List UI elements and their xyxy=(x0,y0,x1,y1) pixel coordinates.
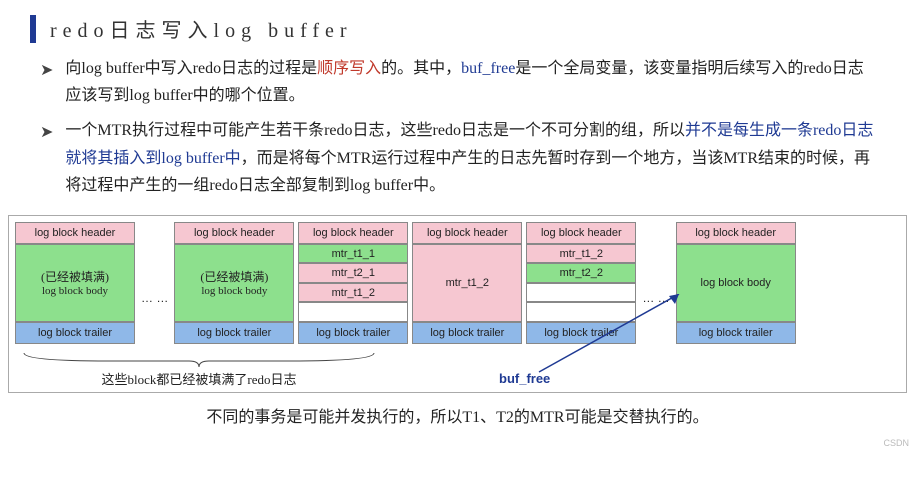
arrow-icon: ➤ xyxy=(40,57,53,111)
log-block-filled-1: log block header (已经被填满) log block body … xyxy=(15,222,135,344)
title-area: redo日志写入log buffer xyxy=(0,0,915,51)
mtr-row: mtr_t1_2 xyxy=(298,283,408,303)
block-header: log block header xyxy=(676,222,796,244)
block-header: log block header xyxy=(15,222,135,244)
block-body-filled: (已经被填满) log block body xyxy=(15,244,135,322)
block-trailer: log block trailer xyxy=(412,322,522,344)
bullet-2-text: 一个MTR执行过程中可能产生若干条redo日志，这些redo日志是一个不可分割的… xyxy=(65,117,875,199)
mtr-row: mtr_t1_2 xyxy=(412,244,522,322)
brace-annotation: 这些block都已经被填满了redo日志 xyxy=(19,351,379,388)
block-header: log block header xyxy=(526,222,636,244)
bullet-1: ➤ 向log buffer中写入redo日志的过程是顺序写入的。其中，buf_f… xyxy=(40,55,875,109)
log-block-mtr-2: log block header mtr_t1_2 log block trai… xyxy=(412,222,522,344)
mtr-row: mtr_t1_1 xyxy=(298,244,408,264)
brace-label: 这些block都已经被填满了redo日志 xyxy=(19,369,379,388)
mtr-row xyxy=(298,302,408,322)
bottom-note: 不同的事务是可能并发执行的，所以T1、T2的MTR可能是交替执行的。 xyxy=(0,393,915,427)
mtr-row: mtr_t2_1 xyxy=(298,263,408,283)
watermark: CSDN xyxy=(883,438,909,448)
block-header: log block header xyxy=(412,222,522,244)
arrow-icon: ➤ xyxy=(40,119,53,201)
arrow-icon xyxy=(509,294,749,374)
block-trailer: log block trailer xyxy=(174,322,294,344)
log-block-filled-2: log block header (已经被填满) log block body … xyxy=(174,222,294,344)
highlight-red: 顺序写入 xyxy=(317,60,381,77)
block-trailer: log block trailer xyxy=(298,322,408,344)
ellipsis: … … xyxy=(139,291,170,305)
page-title: redo日志写入log buffer xyxy=(50,14,353,43)
block-header: log block header xyxy=(174,222,294,244)
log-block-mtr-1: log block header mtr_t1_1 mtr_t2_1 mtr_t… xyxy=(298,222,408,344)
bullet-2: ➤ 一个MTR执行过程中可能产生若干条redo日志，这些redo日志是一个不可分… xyxy=(40,117,875,199)
bullet-1-text: 向log buffer中写入redo日志的过程是顺序写入的。其中，buf_fre… xyxy=(65,55,875,109)
brace-icon xyxy=(19,351,379,369)
buf-free-label: buf_free xyxy=(499,371,550,386)
mtr-row: mtr_t2_2 xyxy=(526,263,636,283)
bullet-list: ➤ 向log buffer中写入redo日志的过程是顺序写入的。其中，buf_f… xyxy=(0,55,915,215)
title-accent-bar xyxy=(30,15,36,43)
block-body-filled: (已经被填满) log block body xyxy=(174,244,294,322)
block-trailer: log block trailer xyxy=(15,322,135,344)
highlight-blue: buf_free xyxy=(461,60,515,77)
log-buffer-diagram: log block header (已经被填满) log block body … xyxy=(8,215,907,393)
block-header: log block header xyxy=(298,222,408,244)
mtr-row: mtr_t1_2 xyxy=(526,244,636,264)
